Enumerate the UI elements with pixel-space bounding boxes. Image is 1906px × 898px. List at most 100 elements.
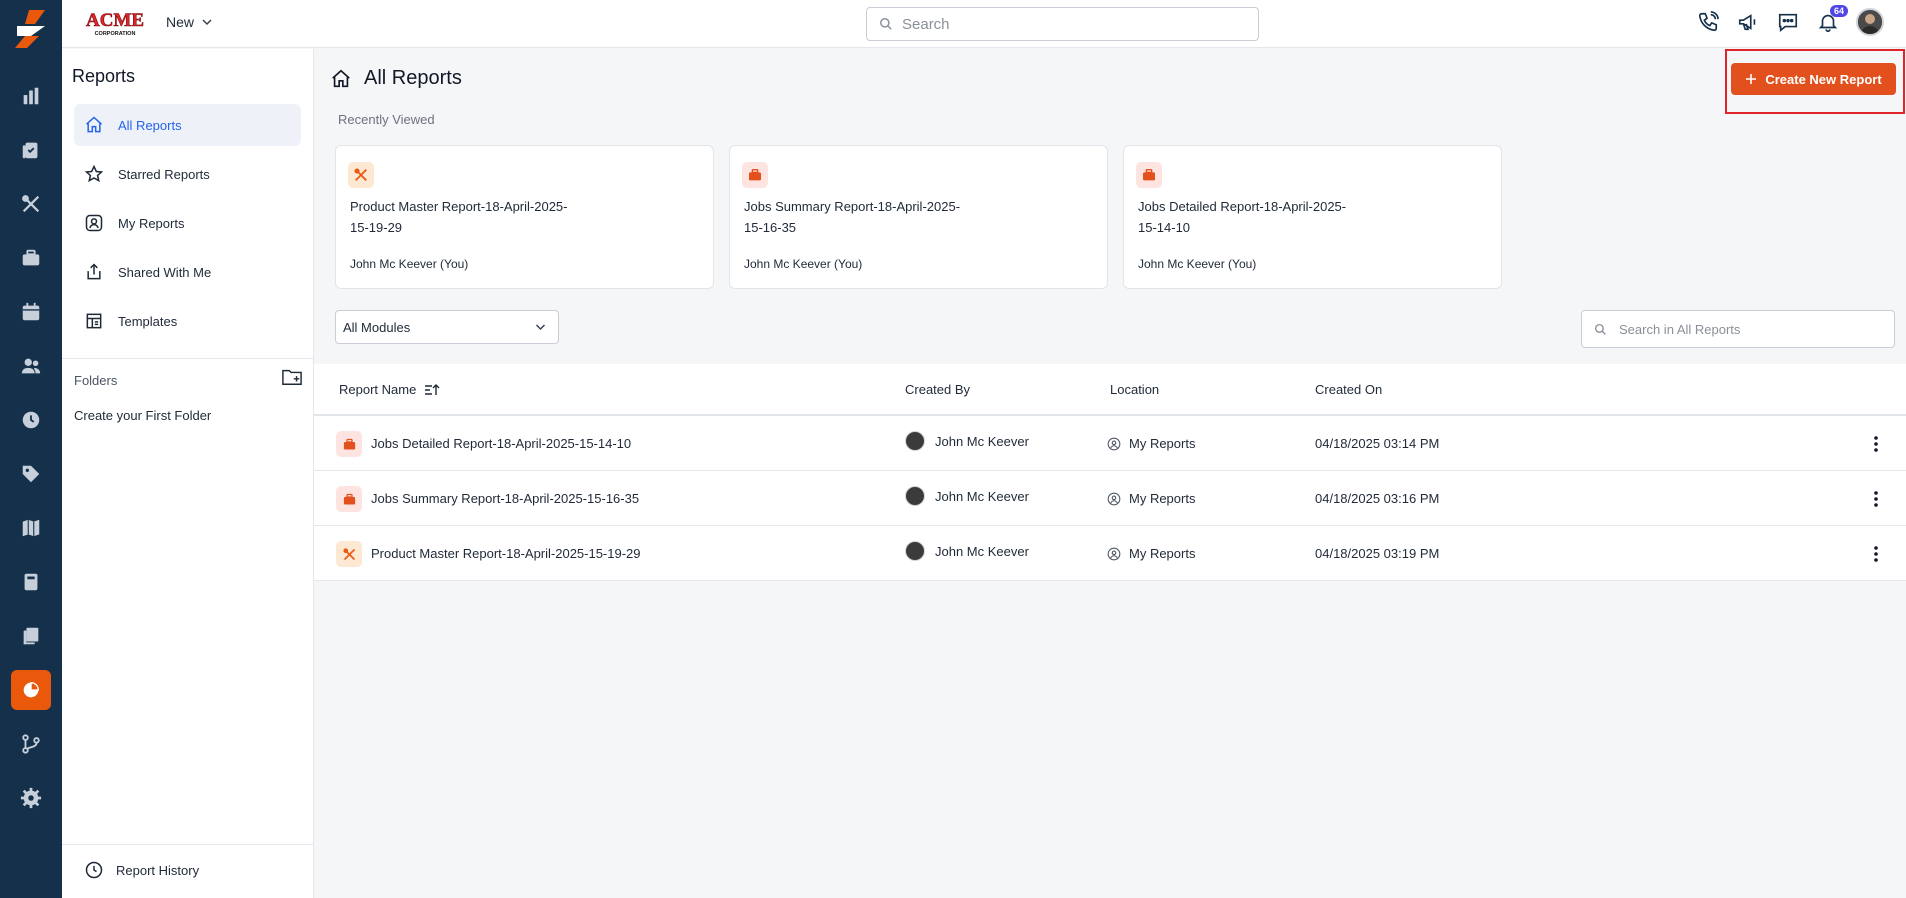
star-icon [84, 164, 104, 183]
sidebar-item-shared-with-me[interactable]: Shared With Me [74, 251, 301, 293]
calendar-icon[interactable] [16, 297, 46, 327]
location-label: My Reports [1129, 546, 1196, 561]
modules-filter-select[interactable]: All Modules [335, 310, 559, 344]
modules-filter-value: All Modules [343, 319, 411, 335]
avatar [905, 431, 925, 451]
user-circle-icon [1107, 437, 1121, 450]
page-title-text: All Reports [364, 67, 462, 89]
location-cell: My Reports [1107, 546, 1195, 561]
megaphone-icon[interactable] [1736, 8, 1760, 36]
reports-icon[interactable] [11, 670, 51, 710]
recent-card-owner: John Mc Keever (You) [350, 257, 469, 271]
briefcase-icon [742, 162, 768, 188]
search-icon [880, 18, 892, 30]
tag-icon[interactable] [16, 459, 46, 489]
tools-icon [336, 541, 362, 567]
documents-icon[interactable] [16, 621, 46, 651]
chevron-down-icon [202, 19, 212, 26]
sidebar-item-all-reports[interactable]: All Reports [74, 104, 301, 146]
user-circle-icon [1107, 492, 1121, 505]
sidebar-item-label: Templates [118, 313, 178, 329]
jobs-icon[interactable] [16, 135, 46, 165]
recent-report-card[interactable]: Product Master Report-18-April-2025-15-1… [335, 145, 714, 289]
sidebar-divider-bottom [62, 844, 314, 845]
briefcase-icon[interactable] [16, 243, 46, 273]
location-cell: My Reports [1107, 491, 1195, 506]
table-header: Report Name Created By Location Created … [314, 364, 1906, 416]
report-name-link[interactable]: Jobs Summary Report-18-April-2025-15-16-… [371, 491, 639, 506]
app-logo-icon[interactable] [9, 6, 53, 50]
reports-search-placeholder: Search in All Reports [1619, 321, 1741, 337]
recent-card-title: Jobs Summary Report-18-April-2025-15-16-… [744, 199, 961, 235]
table-row[interactable]: Jobs Summary Report-18-April-2025-15-16-… [314, 471, 1906, 526]
create-new-report-button[interactable]: Create New Report [1731, 63, 1896, 95]
create-new-report-label: Create New Report [1765, 71, 1882, 87]
recent-report-card[interactable]: Jobs Summary Report-18-April-2025-15-16-… [729, 145, 1108, 289]
svg-text:CORPORATION: CORPORATION [95, 31, 136, 37]
notification-badge: 64 [1829, 5, 1848, 17]
tools-icon[interactable] [16, 189, 46, 219]
dashboard-icon[interactable] [16, 81, 46, 111]
sidebar-item-label: Shared With Me [118, 264, 212, 280]
sidebar-item-my-reports[interactable]: My Reports [74, 202, 301, 244]
report-name-link[interactable]: Jobs Detailed Report-18-April-2025-15-14… [371, 436, 631, 451]
recently-viewed-label: Recently Viewed [338, 112, 435, 127]
plus-icon [1746, 74, 1757, 84]
notifications-icon[interactable]: 64 [1816, 5, 1848, 36]
recent-card-owner: John Mc Keever (You) [1138, 257, 1257, 271]
settings-icon[interactable] [16, 783, 46, 813]
chat-icon[interactable] [1776, 8, 1800, 36]
calculator-icon[interactable] [16, 567, 46, 597]
more-options-icon[interactable] [1866, 487, 1886, 511]
created-by-cell: John Mc Keever [905, 431, 1029, 451]
table-row[interactable]: Product Master Report-18-April-2025-15-1… [314, 526, 1906, 581]
avatar [905, 486, 925, 506]
report-name-link[interactable]: Product Master Report-18-April-2025-15-1… [371, 546, 641, 561]
created-by-name: John Mc Keever [935, 433, 1029, 449]
recent-card-title: Product Master Report-18-April-2025-15-1… [350, 199, 568, 235]
sort-icon[interactable] [424, 383, 440, 397]
report-history-link[interactable]: Report History [84, 860, 199, 880]
add-folder-icon[interactable] [281, 367, 303, 387]
reports-sidebar: Reports All Reports Starred Reports My R… [62, 49, 314, 898]
column-header-created-by: Created By [905, 382, 971, 397]
recent-report-card[interactable]: Jobs Detailed Report-18-April-2025-15-14… [1123, 145, 1502, 289]
share-icon [87, 263, 101, 280]
template-icon [86, 313, 102, 329]
global-search-placeholder: Search [902, 15, 950, 33]
map-icon[interactable] [16, 513, 46, 543]
created-on-cell: 04/18/2025 03:14 PM [1315, 436, 1440, 451]
phone-icon[interactable] [1696, 8, 1720, 36]
location-cell: My Reports [1107, 436, 1195, 451]
users-icon[interactable] [16, 351, 46, 381]
acme-logo[interactable]: ACME CORPORATION [82, 8, 148, 38]
create-first-folder-link[interactable]: Create your First Folder [74, 408, 211, 423]
reports-table: Report Name Created By Location Created … [314, 364, 1906, 581]
created-by-cell: John Mc Keever [905, 541, 1029, 561]
reports-search-input[interactable]: Search in All Reports [1581, 310, 1895, 348]
user-circle-icon [1107, 547, 1121, 560]
left-rail [0, 0, 62, 898]
created-by-name: John Mc Keever [935, 543, 1029, 559]
column-header-location: Location [1110, 382, 1160, 397]
clock-icon[interactable] [16, 405, 46, 435]
new-dropdown[interactable]: New [166, 14, 212, 30]
sidebar-item-templates[interactable]: Templates [74, 300, 301, 342]
more-options-icon[interactable] [1866, 542, 1886, 566]
more-options-icon[interactable] [1866, 432, 1886, 456]
home-icon [86, 116, 102, 133]
workflow-icon[interactable] [16, 729, 46, 759]
sidebar-item-label: All Reports [118, 117, 182, 133]
briefcase-icon [1136, 162, 1162, 188]
created-on-cell: 04/18/2025 03:16 PM [1315, 491, 1440, 506]
column-label: Report Name [339, 382, 417, 397]
sidebar-item-label: My Reports [118, 215, 185, 231]
user-avatar[interactable] [1856, 8, 1884, 36]
sidebar-item-starred-reports[interactable]: Starred Reports [74, 153, 301, 195]
recent-card-owner: John Mc Keever (You) [744, 257, 863, 271]
global-search-input[interactable]: Search [866, 7, 1259, 41]
column-header-report-name[interactable]: Report Name [339, 382, 440, 397]
column-header-created-on: Created On [1315, 382, 1383, 397]
table-row[interactable]: Jobs Detailed Report-18-April-2025-15-14… [314, 416, 1906, 471]
sidebar-title: Reports [72, 66, 136, 86]
